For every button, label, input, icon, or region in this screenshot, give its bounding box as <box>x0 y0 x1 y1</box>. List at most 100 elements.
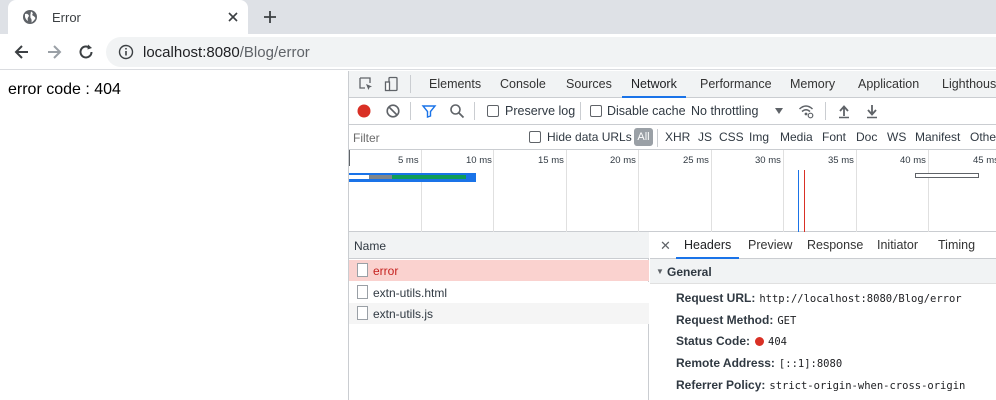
header-value: strict-origin-when-cross-origin <box>769 380 966 392</box>
dom-content-loaded-line <box>798 170 799 232</box>
url-host: localhost:8080 <box>143 44 240 61</box>
disable-cache-checkbox[interactable] <box>590 105 602 117</box>
timeline-start-marker <box>349 150 350 166</box>
tab-application[interactable]: Application <box>858 71 919 98</box>
status-dot-icon <box>755 337 765 346</box>
header-value: http://localhost:8080/Blog/error <box>759 293 962 305</box>
download-icon[interactable] <box>864 103 880 119</box>
header-value: [::1]:8080 <box>778 358 843 370</box>
tab-elements[interactable]: Elements <box>429 71 481 98</box>
search-icon[interactable] <box>449 103 465 119</box>
request-list: Name error extn-utils.html extn-utils.js <box>349 232 649 400</box>
overview-request-bar-segment <box>349 175 369 179</box>
header-key: Request URL: <box>676 291 756 305</box>
filter-type-font[interactable]: Font <box>822 130 846 144</box>
filter-input[interactable] <box>353 129 515 147</box>
tab-title: Error <box>52 10 81 25</box>
filter-type-js[interactable]: JS <box>698 130 712 144</box>
tab-performance[interactable]: Performance <box>700 71 772 98</box>
inspect-element-icon[interactable] <box>358 76 374 92</box>
overview-request-bar <box>915 173 979 178</box>
network-toolbar: Preserve log Disable cache No throttling <box>349 98 996 125</box>
disable-cache-label: Disable cache <box>607 104 686 118</box>
request-row[interactable]: extn-utils.js <box>349 303 649 324</box>
devtools-panel: Elements Console Sources Network Perform… <box>348 71 996 400</box>
triangle-down-icon: ▼ <box>656 267 664 276</box>
overview-request-bar-segment <box>369 175 392 179</box>
filter-type-manifest[interactable]: Manifest <box>915 130 960 144</box>
filter-type-img[interactable]: Img <box>749 130 769 144</box>
back-arrow-icon[interactable] <box>12 42 32 62</box>
tab-console[interactable]: Console <box>500 71 546 98</box>
forward-arrow-icon[interactable] <box>44 42 64 62</box>
filter-icon[interactable] <box>421 103 437 119</box>
timeline-gridline <box>421 150 422 232</box>
url-path: /Blog/error <box>239 44 310 61</box>
tab-headers[interactable]: Headers <box>676 232 740 259</box>
filter-type-xhr[interactable]: XHR <box>665 130 690 144</box>
timeline-gridline <box>783 150 784 232</box>
header-key: Referrer Policy: <box>676 378 766 392</box>
timeline-tick: 20 ms <box>610 155 636 166</box>
globe-icon <box>23 10 37 24</box>
filter-type-doc[interactable]: Doc <box>856 130 877 144</box>
throttling-select[interactable]: No throttling <box>691 104 758 118</box>
browser-toolbar: localhost:8080/Blog/error <box>0 34 996 70</box>
device-toolbar-icon[interactable] <box>384 76 400 92</box>
tab-strip: Error <box>0 0 996 34</box>
header-row-request-url: Request URL: http://localhost:8080/Blog/e… <box>676 291 962 309</box>
tab-preview[interactable]: Preview <box>748 232 792 259</box>
timeline-gridline <box>566 150 567 232</box>
page-content: error code : 404 <box>0 71 348 400</box>
toolbar-divider <box>825 102 826 120</box>
network-overview-timeline[interactable]: 5 ms 10 ms 15 ms 20 ms 25 ms 30 ms 35 ms… <box>349 150 996 232</box>
hide-data-urls-checkbox[interactable] <box>529 131 541 143</box>
hide-data-urls-label: Hide data URLs <box>547 130 632 144</box>
plus-icon[interactable] <box>261 8 279 26</box>
chevron-down-icon[interactable] <box>774 106 784 116</box>
header-key: Remote Address: <box>676 356 775 370</box>
timeline-gridline <box>711 150 712 232</box>
timeline-tick: 30 ms <box>755 155 781 166</box>
timeline-tick: 40 ms <box>900 155 926 166</box>
tab-memory[interactable]: Memory <box>790 71 835 98</box>
tab-network[interactable]: Network <box>622 71 686 98</box>
load-event-line <box>804 170 805 232</box>
timeline-tick: 10 ms <box>466 155 492 166</box>
general-section-header[interactable]: ▼ General <box>650 259 996 284</box>
reload-icon[interactable] <box>76 42 96 62</box>
address-bar[interactable]: localhost:8080/Blog/error <box>106 37 996 67</box>
browser-tab[interactable]: Error <box>8 0 248 34</box>
timeline-tick: 5 ms <box>398 155 419 166</box>
toolbar-divider <box>410 102 411 120</box>
tab-lighthouse[interactable]: Lighthouse <box>942 71 996 98</box>
filter-type-css[interactable]: CSS <box>719 130 744 144</box>
request-row[interactable]: extn-utils.html <box>349 282 649 303</box>
filter-type-media[interactable]: Media <box>780 130 813 144</box>
close-icon[interactable]: ✕ <box>660 238 671 254</box>
network-conditions-icon[interactable] <box>798 103 814 119</box>
timeline-gridline <box>856 150 857 232</box>
filter-type-ws[interactable]: WS <box>887 130 906 144</box>
header-key: Request Method: <box>676 313 774 327</box>
document-icon <box>357 285 368 299</box>
close-tab-icon[interactable] <box>224 8 242 26</box>
timeline-gridline <box>638 150 639 232</box>
timeline-tick: 45 ms <box>973 155 996 166</box>
filter-type-all[interactable]: All <box>634 128 653 146</box>
tab-sources[interactable]: Sources <box>566 71 612 98</box>
tab-initiator[interactable]: Initiator <box>877 232 918 259</box>
info-icon[interactable] <box>118 44 134 60</box>
clear-icon[interactable] <box>385 103 401 119</box>
preserve-log-checkbox[interactable] <box>487 105 499 117</box>
header-value: GET <box>777 315 797 327</box>
document-icon <box>357 263 368 277</box>
upload-icon[interactable] <box>836 103 852 119</box>
timeline-tick: 15 ms <box>538 155 564 166</box>
tab-timing[interactable]: Timing <box>938 232 975 259</box>
record-icon[interactable] <box>356 103 372 119</box>
request-row-error[interactable]: error <box>349 260 649 281</box>
tab-response[interactable]: Response <box>807 232 863 259</box>
filter-type-other[interactable]: Other <box>970 130 996 144</box>
request-list-header[interactable]: Name <box>349 232 649 259</box>
